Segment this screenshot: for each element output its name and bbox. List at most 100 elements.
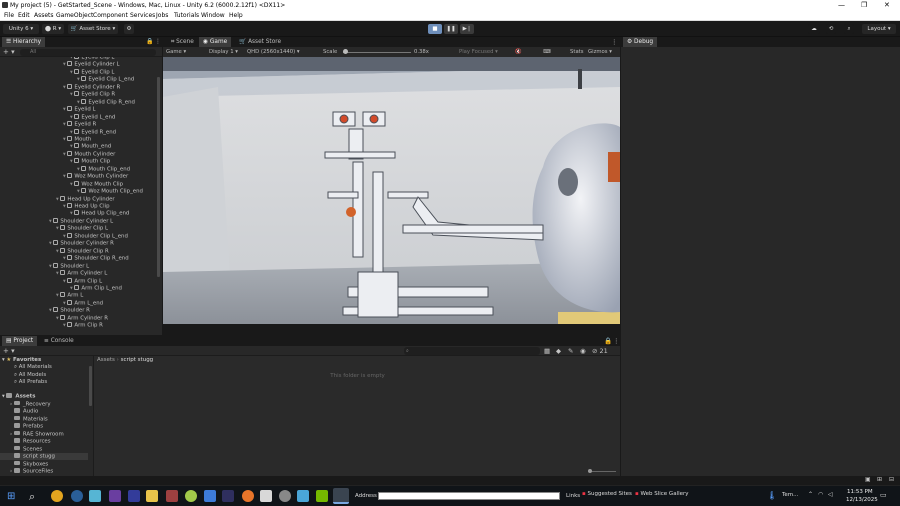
status-icon[interactable]: ⊞ (877, 476, 882, 483)
hierarchy-search-input[interactable]: All (20, 49, 156, 56)
menu-edit[interactable]: Edit (18, 12, 30, 19)
windows-start-icon[interactable]: ⊞ (7, 491, 15, 502)
display-dropdown[interactable]: Display 1 ▾ (209, 47, 238, 57)
hierarchy-item[interactable]: ▾ Mouth Cylinder (63, 150, 115, 158)
icon-size-slider[interactable] (588, 469, 616, 473)
add-icon[interactable]: + ▾ (3, 48, 15, 56)
volume-icon[interactable]: ◁ (828, 491, 833, 498)
lock-icon[interactable]: 🔒 (604, 337, 612, 345)
assets-header[interactable]: ▾ Assets (2, 393, 35, 400)
game-viewport[interactable] (163, 57, 620, 324)
app-icon[interactable] (128, 490, 140, 502)
project-search-input[interactable]: ⌕ (404, 347, 540, 355)
steam-icon[interactable] (71, 490, 83, 502)
folder-item-selected[interactable]: script stugg (0, 453, 88, 461)
hierarchy-item[interactable]: ▾ Eyelid L (63, 106, 95, 113)
filter-label-icon[interactable]: ◆ (556, 347, 561, 355)
menu-gameobject[interactable]: GameObject (56, 12, 93, 19)
collab-button[interactable]: ⬤ R ▾ (42, 24, 64, 34)
folder-item[interactable]: Materials (14, 415, 48, 423)
address-input[interactable] (378, 492, 560, 500)
tab-debug[interactable]: ⚙ Debug (623, 37, 658, 47)
more-icon[interactable]: ⋮ (613, 337, 620, 345)
hierarchy-item[interactable]: ▾ Head Up Cylinder (56, 195, 115, 203)
hierarchy-item[interactable]: ▾ Woz Mouth Clip_end (77, 188, 143, 195)
filter-type-icon[interactable]: ▦ (544, 347, 550, 355)
app-icon[interactable] (297, 490, 309, 502)
hierarchy-item[interactable]: ▾ Eyelid Cylinder L (63, 61, 120, 68)
app-icon[interactable] (260, 490, 272, 502)
menu-help[interactable]: Help (229, 12, 243, 19)
gizmos-dropdown[interactable]: Gizmos ▾ (588, 47, 612, 57)
add-icon[interactable]: + ▾ (3, 347, 15, 355)
maximize-icon[interactable]: ❐ (861, 1, 867, 9)
tab-hierarchy[interactable]: ☰ Hierarchy (2, 37, 46, 47)
layout-dropdown[interactable]: Layout ▾ (862, 24, 896, 34)
hierarchy-item[interactable]: ▾ Woz Mouth Cylinder (63, 173, 128, 180)
clock-time[interactable]: 11:53 PM (847, 489, 873, 495)
menu-assets[interactable]: Assets (34, 12, 54, 19)
hierarchy-item[interactable]: ▾ Woz Mouth Clip (70, 180, 123, 188)
more-icon[interactable]: ⋮ (611, 38, 618, 46)
app-icon[interactable] (204, 490, 216, 502)
resolution-dropdown[interactable]: QHD (2560x1440) ▾ (247, 47, 300, 57)
suggested-sites-link[interactable]: ▪ Suggested Sites (582, 491, 632, 497)
menu-tutorials[interactable]: Tutorials (174, 12, 199, 19)
hierarchy-item[interactable]: ▾ Arm Clip L (63, 277, 102, 285)
hierarchy-item[interactable]: ▾ Arm Cylinder R (56, 314, 108, 322)
status-icon[interactable]: ▣ (865, 476, 871, 483)
nvidia-icon[interactable] (316, 490, 328, 502)
app-icon[interactable] (222, 490, 234, 502)
info-icon[interactable]: ◉ (580, 347, 586, 355)
close-icon[interactable]: ✕ (884, 1, 890, 9)
weather-icon[interactable]: 🌡 (767, 491, 777, 500)
more-icon[interactable]: ⋮ (155, 38, 161, 45)
chrome-icon[interactable] (51, 490, 63, 502)
play-button[interactable]: ■ (428, 24, 442, 34)
asset-store-button[interactable]: 🛒 Asset Store ▾ (68, 24, 118, 34)
folder-item[interactable]: Resources (14, 438, 51, 445)
tab-scene[interactable]: ⌗ Scene (167, 37, 198, 47)
menu-jobs[interactable]: Jobs (156, 12, 168, 19)
notification-icon[interactable]: ▭ (880, 491, 887, 499)
hierarchy-item[interactable]: ▾ Shoulder Clip L (56, 225, 108, 232)
favorite-item[interactable]: ⌕ All Prefabs (14, 379, 47, 386)
scale-slider-handle[interactable] (343, 49, 348, 54)
tab-console[interactable]: ≡ Console (40, 336, 78, 346)
file-explorer-icon[interactable] (146, 490, 158, 502)
status-icon[interactable]: ⊟ (889, 476, 894, 483)
app-icon[interactable] (166, 490, 178, 502)
app-icon[interactable] (279, 490, 291, 502)
menu-services[interactable]: Services (130, 12, 155, 19)
app-icon[interactable] (109, 490, 121, 502)
hierarchy-item[interactable]: ▾ Shoulder Clip L_end (63, 232, 128, 240)
wifi-icon[interactable]: ◠ (818, 491, 823, 498)
minimize-icon[interactable]: — (838, 1, 845, 9)
pause-button[interactable]: ❚❚ (444, 24, 458, 34)
hierarchy-item[interactable]: ▾ Eyelid R_end (70, 128, 116, 136)
account-button[interactable]: Unity 6 ▾ (3, 24, 39, 34)
hierarchy-item[interactable]: ▾ Head Up Clip_end (70, 210, 129, 217)
hidden-packages-icon[interactable]: ⊘ 21 (592, 347, 608, 355)
hierarchy-item[interactable]: ▾ Arm L_end (63, 299, 103, 307)
hierarchy-item[interactable]: ▾ Eyelid Clip R_end (77, 98, 135, 106)
mute-icon[interactable]: 🔇 (515, 47, 522, 57)
folder-item[interactable]: › SourceFiles (10, 468, 53, 475)
hierarchy-item[interactable]: ▾ Arm L (56, 292, 83, 299)
breadcrumb-current[interactable]: script stugg (121, 357, 154, 363)
hierarchy-scrollbar[interactable] (157, 77, 160, 277)
stats-toggle[interactable]: Stats (570, 47, 584, 57)
favorite-item[interactable]: ⌕ All Models (14, 372, 46, 379)
hierarchy-item[interactable]: ▾ Shoulder Clip R (56, 247, 109, 255)
app-icon[interactable] (89, 490, 101, 502)
hierarchy-item[interactable]: ▾ Eyelid Clip R (70, 91, 115, 98)
folder-item[interactable]: Prefabs (14, 423, 43, 430)
hierarchy-item[interactable]: ▾ Eyelid Cylinder R (63, 83, 120, 91)
cloud-icon[interactable]: ☁ (808, 24, 820, 34)
web-slice-gallery-link[interactable]: ▪ Web Slice Gallery (635, 491, 689, 497)
folder-item[interactable]: Skyboxes (14, 460, 48, 468)
search-icon[interactable]: ⌕ (844, 24, 854, 34)
hierarchy-item[interactable]: ▾ Eyelid L_end (70, 113, 115, 121)
icon-size-slider-handle[interactable] (588, 469, 592, 473)
tab-asset-store[interactable]: 🛒 Asset Store (235, 37, 285, 47)
